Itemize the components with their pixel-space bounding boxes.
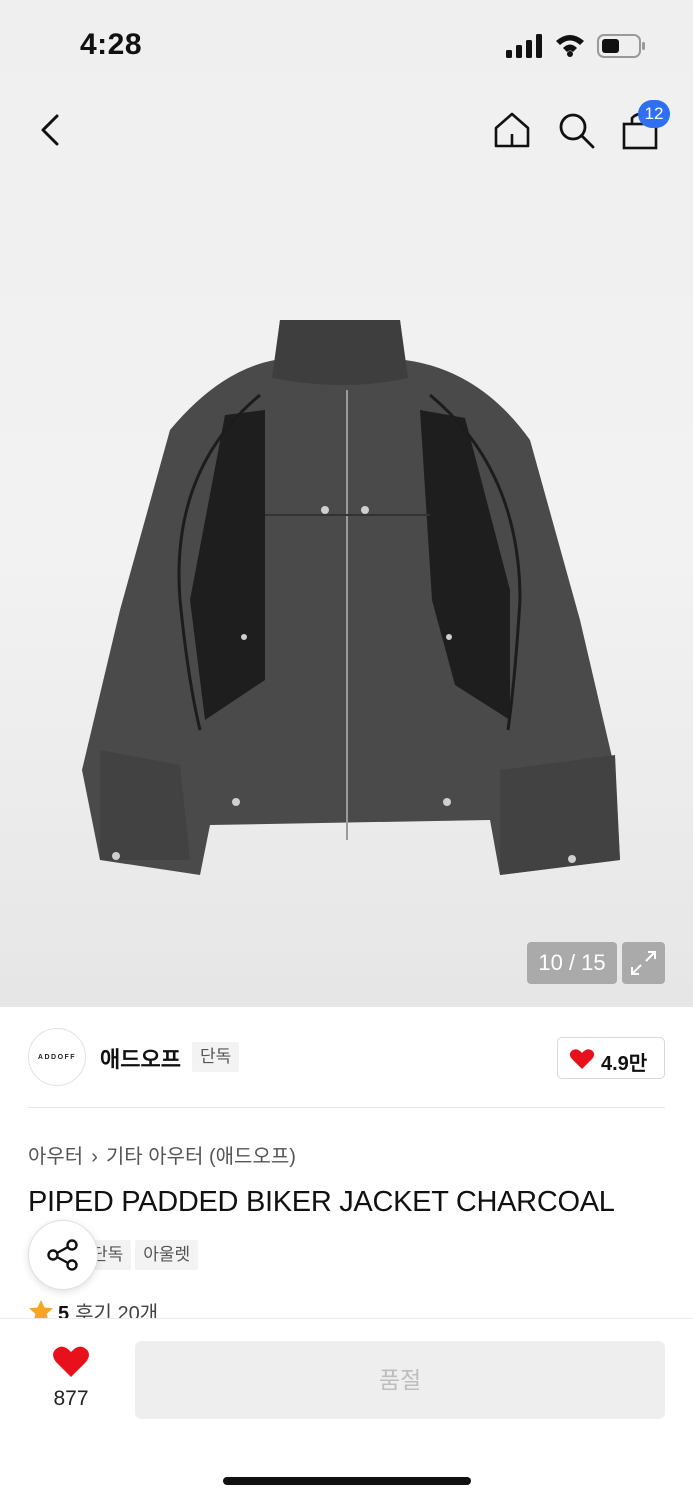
- back-icon[interactable]: [30, 108, 70, 152]
- signal-icon: [506, 34, 542, 58]
- status-bar: 4:28: [0, 0, 693, 90]
- wishlist-count: 877: [53, 1387, 89, 1410]
- home-indicator: [223, 1477, 471, 1485]
- soldout-button[interactable]: 품절: [135, 1341, 665, 1419]
- product-tag-outlet: 아울렛: [135, 1240, 199, 1270]
- wifi-icon: [556, 35, 584, 57]
- expand-image-button[interactable]: [622, 942, 665, 984]
- bottom-action-bar: 877 품절: [0, 1318, 693, 1500]
- home-icon[interactable]: [490, 108, 534, 152]
- share-button[interactable]: [28, 1220, 98, 1290]
- share-icon: [47, 1239, 78, 1271]
- product-title: PIPED PADDED BIKER JACKET CHARCOAL: [28, 1186, 615, 1218]
- breadcrumb-item-outer[interactable]: 아우터: [28, 1140, 83, 1169]
- top-nav: 12: [0, 92, 693, 172]
- brand-like-button[interactable]: 4.9만: [557, 1037, 665, 1079]
- image-counter: 10 / 15: [527, 942, 617, 984]
- product-tags: 단독 아울렛: [84, 1240, 202, 1270]
- heart-icon: [53, 1346, 89, 1377]
- heart-icon: [569, 1049, 595, 1069]
- breadcrumb-item-category[interactable]: 기타 아우터 (애드오프): [106, 1140, 296, 1169]
- search-icon[interactable]: [554, 108, 598, 152]
- status-time: 4:28: [80, 28, 143, 61]
- brand-row: ADDOFF 애드오프 단독 4.9만: [28, 1028, 665, 1086]
- battery-icon: [597, 34, 645, 58]
- chevron-right-icon: ›: [91, 1146, 98, 1168]
- wishlist-button[interactable]: 877: [40, 1345, 102, 1415]
- expand-icon: [631, 951, 656, 975]
- cart-button[interactable]: 12: [618, 100, 670, 154]
- divider: [28, 1107, 665, 1108]
- product-image: [82, 320, 620, 875]
- brand-name[interactable]: 애드오프: [100, 1042, 181, 1074]
- brand-like-count: 4.9만: [601, 1053, 648, 1075]
- breadcrumb: 아우터 › 기타 아우터 (애드오프): [28, 1140, 296, 1169]
- brand-exclusive-tag: 단독: [192, 1042, 240, 1072]
- brand-logo[interactable]: ADDOFF: [28, 1028, 86, 1086]
- cart-count-badge: 12: [638, 100, 670, 128]
